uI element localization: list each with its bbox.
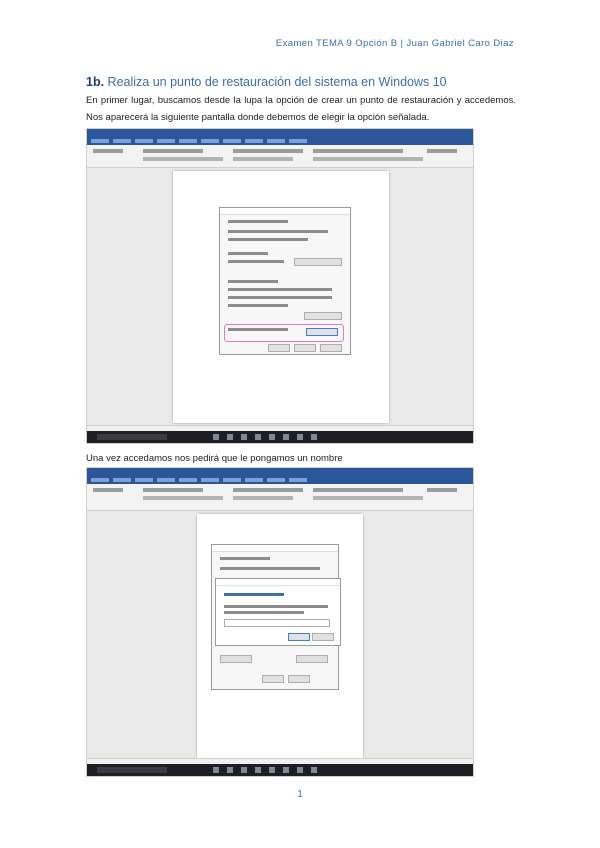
dialog-title-bar — [220, 208, 350, 215]
word-ribbon-tabs — [87, 137, 473, 145]
document-page — [197, 514, 363, 758]
ok-button[interactable] — [268, 344, 290, 352]
screenshot-restore-name — [86, 467, 474, 777]
dialog-title-bar — [216, 579, 340, 586]
intro-paragraph: En primer lugar, buscamos desde la lupa … — [86, 95, 516, 123]
windows-taskbar — [87, 764, 473, 776]
page-header: Examen TEMA 9 Opción B | Juan Gabriel Ca… — [275, 38, 514, 49]
section-heading: 1b. Realiza un punto de restauración del… — [86, 75, 447, 89]
screenshot-system-properties — [86, 128, 474, 444]
search-icon[interactable] — [97, 767, 167, 773]
dialog-title-bar — [212, 545, 338, 552]
section-title: Realiza un punto de restauración del sis… — [107, 75, 447, 89]
word-title-bar — [87, 468, 473, 476]
configure-button[interactable] — [220, 655, 252, 663]
word-ribbon — [87, 145, 473, 168]
restore-name-dialog — [215, 578, 341, 646]
ok-button[interactable] — [262, 675, 284, 683]
section-number: 1b. — [86, 75, 105, 89]
system-properties-dialog — [219, 207, 351, 355]
word-ribbon — [87, 484, 473, 511]
cancel-button[interactable] — [288, 675, 310, 683]
cancel-button[interactable] — [312, 633, 334, 641]
create-restore-point-button[interactable] — [306, 328, 338, 336]
windows-taskbar — [87, 431, 473, 443]
word-title-bar — [87, 129, 473, 137]
document-page — [173, 171, 389, 423]
create-button[interactable] — [288, 633, 310, 641]
page-number: 1 — [297, 789, 303, 800]
search-icon[interactable] — [97, 434, 167, 440]
cancel-button[interactable] — [294, 344, 316, 352]
apply-button[interactable] — [320, 344, 342, 352]
word-ribbon-tabs — [87, 476, 473, 484]
configure-protection-button[interactable] — [304, 312, 342, 320]
caption-second: Una vez accedamos nos pedirá que le pong… — [86, 453, 343, 464]
create-button[interactable] — [296, 655, 328, 663]
restore-name-input[interactable] — [224, 619, 330, 627]
configure-button[interactable] — [294, 258, 342, 266]
